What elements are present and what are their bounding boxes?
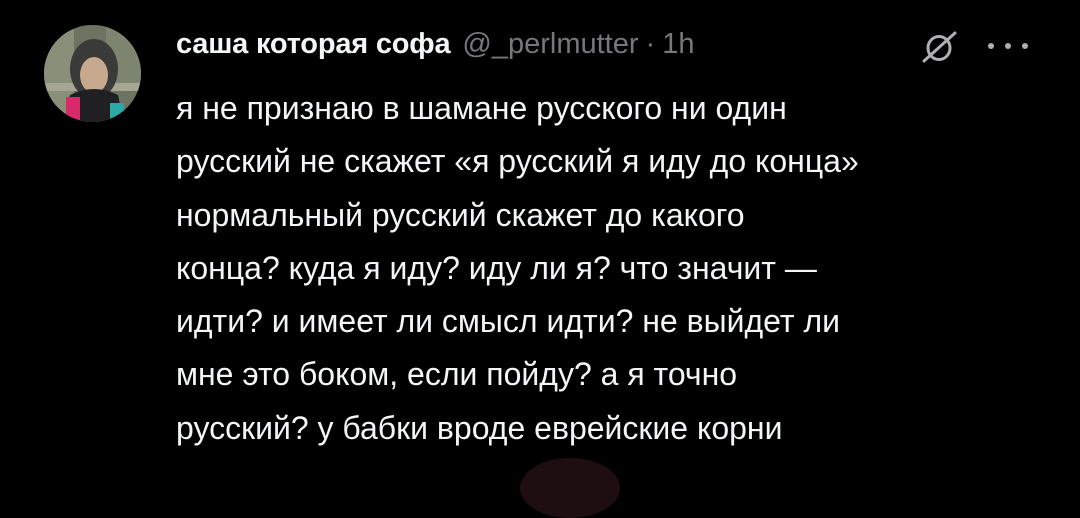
post-text-line: конца? куда я иду? иду ли я? что значит … [176, 249, 817, 286]
post-text: я не признаю в шамане русского ни один р… [176, 82, 1036, 455]
post-text-line: русский? у бабки вроде еврейские корни [176, 409, 783, 446]
avatar[interactable] [44, 25, 141, 122]
author-name[interactable]: саша которая софа [176, 28, 451, 61]
attachment-peek [520, 458, 620, 518]
post-text-line: я не признаю в шамане русского ни один [176, 90, 787, 126]
author-handle[interactable]: @_perlmutter [462, 28, 638, 61]
post-text-line: нормальный русский скажет до какого [176, 196, 745, 233]
timestamp[interactable]: 1h [662, 28, 694, 61]
slashed-circle-icon[interactable] [918, 30, 960, 64]
more-dots-icon [1005, 43, 1011, 49]
more-dots-icon [988, 43, 994, 49]
post-card: саша которая софа @_perlmutter · 1h я не… [0, 0, 1080, 518]
post-text-line: идти? и имеет ли смысл идти? не выйдет л… [176, 303, 840, 340]
more-dots-icon [1022, 43, 1028, 49]
post-header: саша которая софа @_perlmutter · 1h [176, 24, 694, 64]
post-text-line: русский не скажет «я русский я иду до ко… [176, 143, 859, 180]
separator: · [645, 27, 656, 60]
post-text-line: мне это боком, если пойду? а я точно [176, 356, 738, 393]
more-options-button[interactable] [988, 33, 1028, 59]
